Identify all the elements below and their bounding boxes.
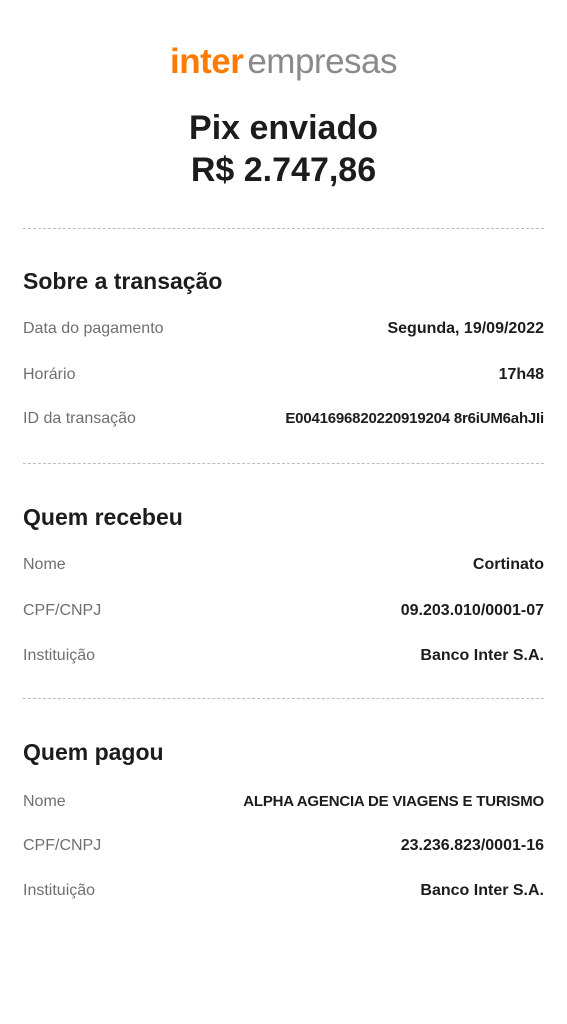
receiver-institution-value: Banco Inter S.A. <box>420 647 544 664</box>
divider <box>23 463 544 464</box>
divider <box>23 228 544 229</box>
transaction-id-label: ID da transação <box>23 410 136 427</box>
payer-name-label: Nome <box>23 793 66 810</box>
row-transaction-id: ID da transação E0041696820220919204 8r6… <box>23 408 544 430</box>
row-payer-name: Nome ALPHA AGENCIA DE VIAGENS E TURISMO <box>23 791 544 813</box>
payer-doc-label: CPF/CNPJ <box>23 837 102 854</box>
section-title-transaction: Sobre a transação <box>23 268 223 294</box>
row-time: Horário 17h48 <box>23 364 544 386</box>
section-title-receiver: Quem recebeu <box>23 504 183 530</box>
row-payer-institution: Instituição Banco Inter S.A. <box>23 880 544 902</box>
row-payment-date: Data do pagamento Segunda, 19/09/2022 <box>23 318 544 340</box>
payer-institution-label: Instituição <box>23 882 96 899</box>
row-receiver-institution: Instituição Banco Inter S.A. <box>23 645 544 667</box>
receiver-doc-value: 09.203.010/0001-07 <box>400 602 544 619</box>
inter-empresas-logo: inter empresas <box>0 42 567 82</box>
row-payer-doc: CPF/CNPJ 23.236.823/0001-16 <box>23 835 544 857</box>
logo-suffix: empresas <box>247 42 398 81</box>
time-value: 17h48 <box>498 366 544 383</box>
receiver-doc-label: CPF/CNPJ <box>23 602 102 619</box>
row-receiver-name: Nome Cortinato <box>23 554 544 576</box>
transfer-amount: R$ 2.747,86 <box>190 151 377 189</box>
transaction-id-value: E0041696820220919204 8r6iUM6ahJIi <box>285 410 544 427</box>
receiver-institution-label: Instituição <box>23 647 96 664</box>
row-receiver-doc: CPF/CNPJ 09.203.010/0001-07 <box>23 600 544 622</box>
page-title: Pix enviado <box>189 109 378 147</box>
payment-date-value: Segunda, 19/09/2022 <box>387 320 544 337</box>
divider <box>23 698 544 699</box>
receiver-name-label: Nome <box>23 556 66 573</box>
section-title-payer: Quem pagou <box>23 739 164 765</box>
receiver-name-value: Cortinato <box>472 556 544 573</box>
payment-date-label: Data do pagamento <box>23 320 164 337</box>
time-label: Horário <box>23 366 76 383</box>
payer-doc-value: 23.236.823/0001-16 <box>400 837 544 854</box>
logo-brand: inter <box>169 42 244 81</box>
payer-institution-value: Banco Inter S.A. <box>420 882 544 899</box>
payer-name-value: ALPHA AGENCIA DE VIAGENS E TURISMO <box>243 793 544 810</box>
